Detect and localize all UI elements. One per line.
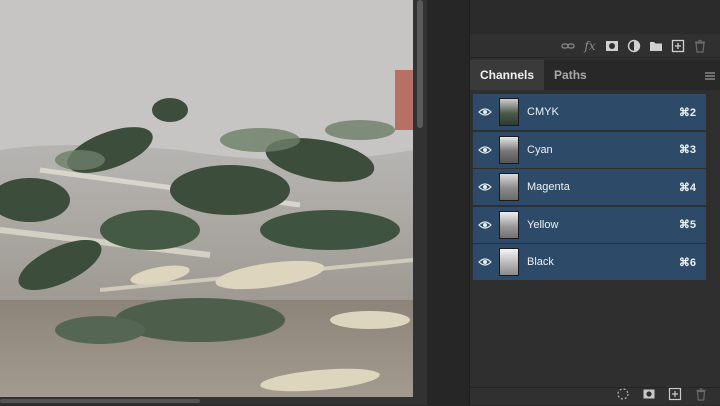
panel-top-strip <box>470 0 720 35</box>
channel-thumbnail <box>499 248 519 276</box>
channel-label: Magenta <box>527 181 570 193</box>
channel-label: Yellow <box>527 218 559 231</box>
photo-dried-herbs <box>0 0 413 397</box>
channel-shortcut: ⌘2 <box>678 106 696 119</box>
new-channel-icon[interactable] <box>668 387 682 406</box>
tab-paths[interactable]: Paths <box>544 60 597 90</box>
panel-gutter <box>427 0 469 405</box>
channel-label: Black <box>527 256 554 268</box>
channel-row-cmyk[interactable]: CMYK ⌘2 <box>473 94 706 130</box>
eye-icon[interactable] <box>473 182 497 192</box>
trash-icon[interactable] <box>692 38 708 54</box>
adjustment-icon[interactable] <box>626 38 642 54</box>
delete-channel-icon[interactable] <box>694 387 708 406</box>
horizontal-scroll-thumb[interactable] <box>0 399 200 403</box>
channel-shortcut: ⌘4 <box>678 181 696 194</box>
channel-label: Cyan <box>527 143 553 156</box>
channel-shortcut: ⌘5 <box>678 219 696 231</box>
panel-menu-icon[interactable] <box>704 69 716 81</box>
channel-thumbnail <box>499 98 519 126</box>
save-mask-icon[interactable] <box>642 387 656 406</box>
channel-row-cyan[interactable]: Cyan ⌘3 <box>473 131 706 168</box>
panel-tabs: Channels Paths <box>470 60 720 90</box>
channel-row-magenta[interactable]: Magenta ⌘4 <box>473 169 706 205</box>
load-selection-icon[interactable] <box>616 387 630 406</box>
vertical-scroll-thumb[interactable] <box>417 0 423 128</box>
link-icon[interactable] <box>560 38 576 54</box>
eye-icon[interactable] <box>473 257 497 267</box>
canvas-horizontal-scrollbar[interactable] <box>0 397 427 405</box>
eye-icon[interactable] <box>473 220 497 230</box>
document-canvas[interactable] <box>0 0 413 397</box>
eye-icon[interactable] <box>473 145 497 155</box>
channel-shortcut: ⌘3 <box>678 144 696 156</box>
channel-shortcut: ⌘6 <box>678 256 696 269</box>
channel-row-black[interactable]: Black ⌘6 <box>473 244 706 280</box>
eye-icon[interactable] <box>473 107 497 117</box>
channel-thumbnail <box>499 173 519 201</box>
tab-channels[interactable]: Channels <box>470 60 545 90</box>
channel-thumbnail <box>499 210 519 239</box>
channels-panel: fx Channels Paths CMYK ⌘2 Cyan ⌘3 Magent… <box>469 0 720 405</box>
channels-footer <box>470 387 720 405</box>
canvas-vertical-scrollbar[interactable] <box>413 0 427 397</box>
channel-list: CMYK ⌘2 Cyan ⌘3 Magenta ⌘4 Yellow ⌘5 Bla… <box>473 94 706 282</box>
folder-icon[interactable] <box>648 38 664 54</box>
channel-thumbnail <box>499 135 519 164</box>
fx-icon[interactable]: fx <box>582 38 598 54</box>
channel-label: CMYK <box>527 106 559 118</box>
fx-label: fx <box>584 38 596 53</box>
new-layer-icon[interactable] <box>670 38 686 54</box>
channel-row-yellow[interactable]: Yellow ⌘5 <box>473 206 706 243</box>
mask-icon[interactable] <box>604 38 620 54</box>
layers-toolbar: fx <box>470 34 720 58</box>
